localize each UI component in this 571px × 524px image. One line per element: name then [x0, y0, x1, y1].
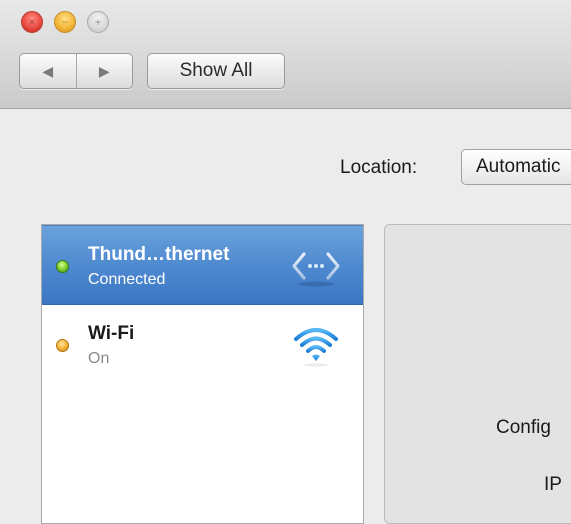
wifi-icon — [294, 328, 338, 367]
minimize-window-button[interactable]: − — [54, 11, 76, 33]
back-arrow-icon: ◀ — [42, 62, 54, 79]
service-name: Wi-Fi — [88, 323, 135, 344]
zoom-window-button[interactable]: + — [87, 11, 109, 33]
forward-arrow-icon: ▶ — [98, 62, 110, 79]
service-status: Connected — [88, 271, 166, 288]
status-connected-icon — [56, 260, 69, 273]
show-all-button[interactable]: Show All — [147, 53, 285, 89]
location-label: Location: — [340, 157, 418, 178]
network-service-list: Thund…thernet Connected Wi-Fi On — [41, 224, 364, 524]
service-detail-pane — [384, 224, 571, 524]
status-on-icon — [56, 339, 69, 352]
close-icon: × — [28, 15, 36, 29]
service-item-thunderbolt-ethernet[interactable]: Thund…thernet Connected — [42, 225, 363, 305]
ip-address-label: IP — [544, 474, 562, 495]
ethernet-arrows-icon — [292, 252, 340, 287]
show-all-label: Show All — [179, 60, 253, 81]
back-forward-control: ◀ ▶ — [19, 53, 133, 89]
back-button[interactable]: ◀ — [20, 54, 77, 88]
window-toolbar: × − + ◀ ▶ Show All — [0, 0, 571, 109]
close-window-button[interactable]: × — [21, 11, 43, 33]
zoom-icon: + — [94, 15, 102, 29]
service-item-wifi[interactable]: Wi-Fi On — [42, 305, 363, 385]
configure-label: Config — [496, 417, 551, 438]
location-popup[interactable]: Automatic — [461, 149, 571, 185]
location-value: Automatic — [476, 156, 561, 177]
forward-button[interactable]: ▶ — [77, 54, 133, 88]
minimize-icon: − — [61, 15, 69, 29]
service-status: On — [88, 350, 110, 367]
service-name: Thund…thernet — [88, 244, 230, 265]
